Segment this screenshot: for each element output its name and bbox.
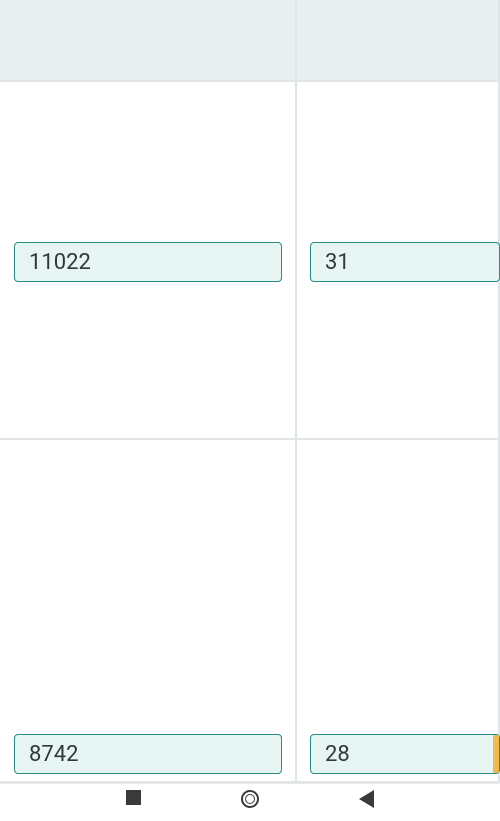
triangle-back-icon (359, 790, 374, 808)
home-button[interactable] (241, 790, 259, 808)
input-row2-right-value: 28 (325, 742, 350, 767)
cell-row1-right: 31 (297, 82, 500, 438)
cell-row1-left: 11022 (0, 82, 297, 438)
circle-inner-icon (245, 794, 255, 804)
highlight-indicator (493, 735, 499, 773)
square-icon (126, 790, 141, 805)
data-row-2: 8742 28 (0, 440, 500, 783)
circle-icon (241, 790, 259, 808)
input-row2-right[interactable]: 28 (310, 734, 500, 774)
android-navbar (0, 783, 500, 821)
header-row (0, 0, 500, 82)
data-grid: 11022 31 8742 28 (0, 0, 500, 783)
cell-row2-right: 28 (297, 440, 500, 781)
header-cell-left (0, 0, 297, 80)
data-row-1: 11022 31 (0, 82, 500, 440)
input-row2-left[interactable]: 8742 (14, 734, 282, 774)
input-row1-right[interactable]: 31 (310, 242, 500, 282)
back-button[interactable] (359, 790, 374, 808)
cell-row2-left: 8742 (0, 440, 297, 781)
recent-apps-button[interactable] (126, 790, 141, 805)
header-cell-right (297, 0, 500, 80)
input-row1-left[interactable]: 11022 (14, 242, 282, 282)
